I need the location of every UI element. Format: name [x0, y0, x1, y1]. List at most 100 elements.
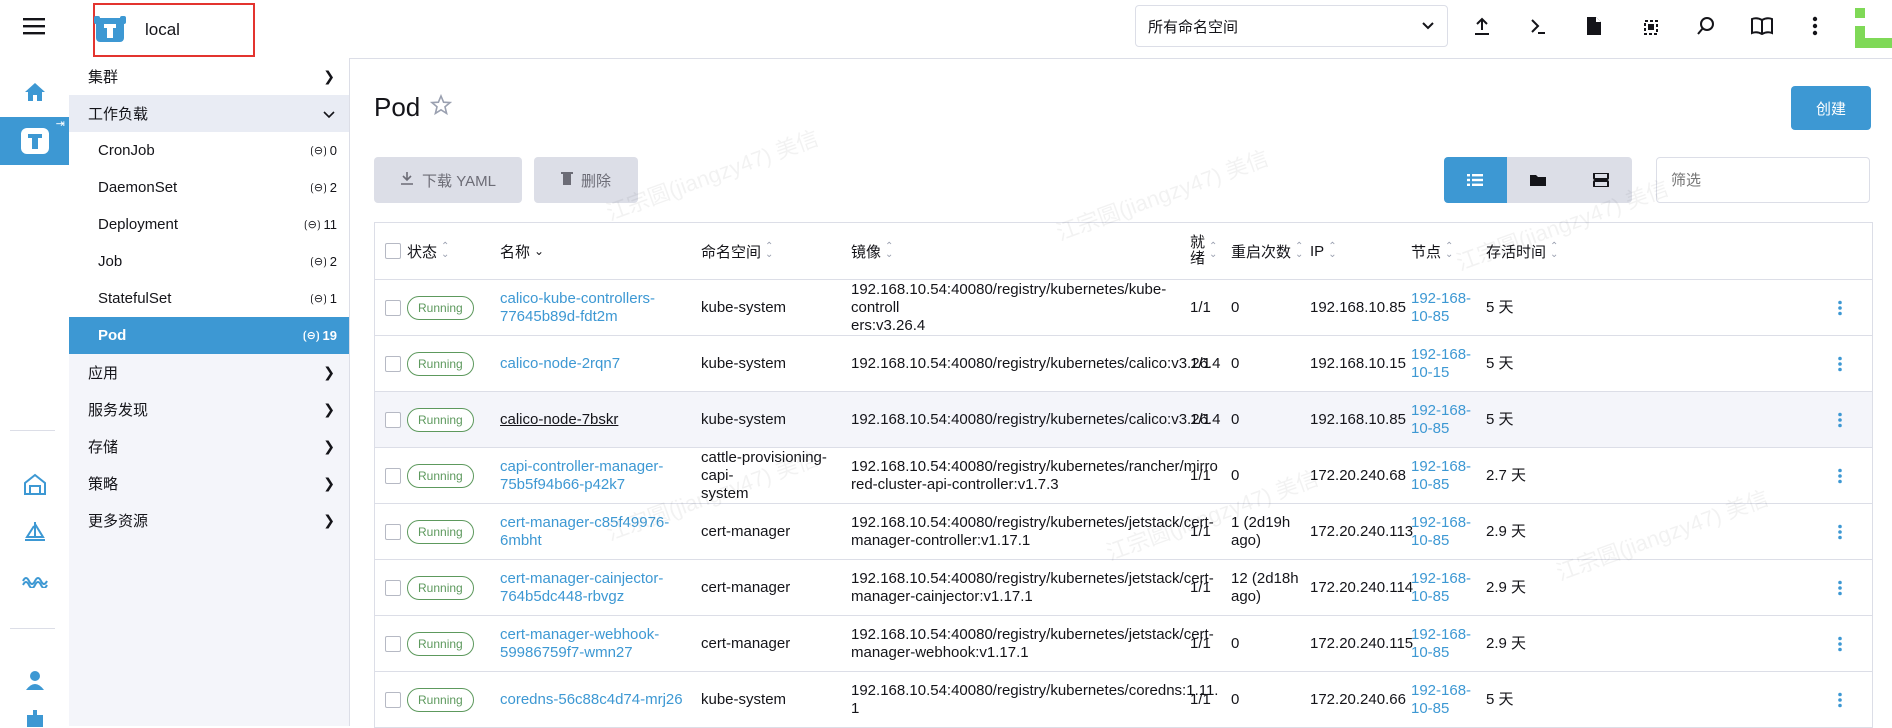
apps-icon[interactable] — [0, 468, 69, 500]
nav-sub-pod[interactable]: Pod ⟮⊖⟯ 19 — [69, 317, 349, 354]
row-checkbox[interactable] — [385, 280, 401, 335]
user-icon[interactable] — [0, 664, 69, 696]
nav-more-resources[interactable]: 更多资源 ❯ — [69, 502, 349, 539]
home-icon[interactable] — [0, 76, 69, 108]
nav-service-discovery[interactable]: 服务发现 ❯ — [69, 391, 349, 428]
main-content: Pod 创建 下载 YAML 删除 状态⌃⌄ 名称⌄ 命 — [350, 58, 1892, 728]
nav-sub-job[interactable]: Job ⟮⊖⟯ 2 — [69, 243, 349, 280]
nav-sub-daemonset[interactable]: DaemonSet ⟮⊖⟯ 2 — [69, 169, 349, 206]
nav-sub-statefulset[interactable]: StatefulSet ⟮⊖⟯ 1 — [69, 280, 349, 317]
row-checkbox[interactable] — [385, 616, 401, 671]
row-actions-kebab-icon[interactable] — [1837, 672, 1843, 727]
extension-icon[interactable] — [0, 708, 69, 728]
pod-name-link[interactable]: cert-manager-cainjector- 764b5dc448-rbvgz — [500, 570, 663, 606]
more-vertical-icon[interactable] — [1800, 10, 1830, 42]
cluster-selector[interactable]: local — [93, 3, 255, 57]
row-actions-kebab-icon[interactable] — [1837, 392, 1843, 447]
create-button[interactable]: 创建 — [1791, 86, 1871, 130]
file-icon[interactable] — [1579, 10, 1609, 42]
nav-sub-deployment[interactable]: Deployment ⟮⊖⟯ 11 — [69, 206, 349, 243]
filter-input[interactable] — [1656, 157, 1870, 203]
nav-service-discovery-label: 服务发现 — [88, 402, 149, 419]
row-checkbox[interactable] — [385, 448, 401, 503]
nav-storage[interactable]: 存储 ❯ — [69, 428, 349, 465]
column-namespace[interactable]: 命名空间 ⌃ ⌄ — [701, 223, 773, 279]
pod-name-link[interactable]: coredns-56c88c4d74-mrj26 — [500, 691, 683, 709]
table-row[interactable]: Running capi-controller-manager- 75b5f94b6… — [375, 448, 1872, 504]
node-link[interactable]: 192-168- 10-85 — [1411, 458, 1471, 494]
column-ip[interactable]: IP ⌃ ⌄ — [1310, 223, 1337, 279]
table-row[interactable]: Running cert-manager-webhook- 59986759f7-w… — [375, 616, 1872, 672]
column-restarts[interactable]: 重启次数 ⌃ ⌄ — [1231, 223, 1303, 279]
node-link[interactable]: 192-168- 10-85 — [1411, 290, 1471, 326]
node-link[interactable]: 192-168- 10-85 — [1411, 402, 1471, 438]
book-icon[interactable] — [1747, 10, 1777, 42]
table-row[interactable]: Running coredns-56c88c4d74-mrj26 kube-syst… — [375, 672, 1872, 728]
pod-name-link[interactable]: cert-manager-webhook- 59986759f7-wmn27 — [500, 626, 659, 662]
table-row[interactable]: Running cert-manager-cainjector- 764b5dc44… — [375, 560, 1872, 616]
table-row[interactable]: Running calico-kube-controllers- 77645b89d… — [375, 280, 1872, 336]
pod-name-link[interactable]: capi-controller-manager- 75b5f94b66-p42k7 — [500, 458, 663, 494]
avatar[interactable] — [1855, 8, 1892, 48]
pod-name-link[interactable]: cert-manager-c85f49976-6mbht — [500, 514, 695, 550]
copy-icon[interactable] — [1635, 10, 1665, 42]
select-all-checkbox[interactable] — [385, 223, 401, 279]
row-checkbox[interactable] — [385, 504, 401, 559]
sailboat-icon[interactable] — [0, 516, 69, 548]
row-checkbox[interactable] — [385, 672, 401, 727]
search-icon[interactable] — [1691, 10, 1721, 42]
column-ready[interactable]: 就绪 ⌃ ⌄ — [1190, 223, 1217, 279]
chevron-right-icon: ❯ — [323, 512, 335, 528]
nav-cluster[interactable]: 集群 ❯ — [69, 58, 349, 95]
image-cell: 192.168.10.54:40080/registry/kubernetes/… — [851, 616, 1214, 671]
node-link[interactable]: 192-168- 10-15 — [1411, 346, 1471, 382]
row-checkbox[interactable] — [385, 336, 401, 391]
status-cell: Running — [407, 560, 474, 615]
download-yaml-button[interactable]: 下载 YAML — [374, 157, 522, 203]
row-checkbox[interactable] — [385, 392, 401, 447]
shell-icon[interactable] — [1523, 10, 1553, 42]
node-link[interactable]: 192-168- 10-85 — [1411, 514, 1471, 550]
nav-policy[interactable]: 策略 ❯ — [69, 465, 349, 502]
pod-name-link[interactable]: calico-node-7bskr — [500, 411, 618, 429]
row-actions-kebab-icon[interactable] — [1837, 560, 1843, 615]
list-view-icon[interactable] — [1444, 157, 1507, 203]
node-link[interactable]: 192-168- 10-85 — [1411, 626, 1471, 662]
row-actions-kebab-icon[interactable] — [1837, 616, 1843, 671]
row-actions-kebab-icon[interactable] — [1837, 448, 1843, 503]
node-link[interactable]: 192-168- 10-85 — [1411, 570, 1471, 606]
nav-sub-cronjob[interactable]: CronJob ⟮⊖⟯ 0 — [69, 132, 349, 169]
row-checkbox[interactable] — [385, 560, 401, 615]
table-row[interactable]: Running calico-node-7bskr kube-system 192.1… — [375, 392, 1872, 448]
group-view-icon[interactable] — [1569, 157, 1632, 203]
pod-name-link[interactable]: calico-node-2rqn7 — [500, 355, 620, 373]
table-row[interactable]: Running cert-manager-c85f49976-6mbht cert-… — [375, 504, 1872, 560]
namespace-select[interactable]: 所有命名空间 — [1135, 5, 1448, 47]
node-line-2: 10-85 — [1411, 699, 1450, 717]
column-age[interactable]: 存活时间 ⌃ ⌄ — [1486, 223, 1558, 279]
menu-icon[interactable] — [0, 10, 69, 42]
folder-view-icon[interactable] — [1506, 157, 1570, 203]
name-cell: cert-manager-c85f49976-6mbht — [500, 504, 695, 559]
upload-icon[interactable] — [1467, 10, 1497, 42]
row-actions-kebab-icon[interactable] — [1837, 336, 1843, 391]
pin-icon[interactable]: ⇥ — [56, 117, 65, 130]
column-node[interactable]: 节点 ⌃ ⌄ — [1411, 223, 1453, 279]
column-state[interactable]: 状态 ⌃ ⌄ — [407, 223, 449, 279]
delete-button[interactable]: 删除 — [534, 157, 638, 203]
column-image[interactable]: 镜像 ⌃ ⌄ — [851, 223, 893, 279]
row-actions-kebab-icon[interactable] — [1837, 280, 1843, 335]
column-name[interactable]: 名称 ⌄ — [500, 223, 544, 279]
node-link[interactable]: 192-168- 10-85 — [1411, 682, 1471, 718]
star-icon[interactable] — [430, 92, 453, 123]
fleet-icon[interactable] — [0, 565, 69, 597]
row-actions-kebab-icon[interactable] — [1837, 504, 1843, 559]
cluster-rail-item[interactable]: ⇥ — [0, 117, 69, 165]
trash-icon — [560, 171, 573, 189]
nav-workload[interactable]: 工作负载 — [69, 95, 349, 132]
pod-name-line-2: 77645b89d-fdt2m — [500, 307, 618, 325]
pod-name-link[interactable]: calico-kube-controllers- 77645b89d-fdt2m — [500, 290, 655, 326]
table-row[interactable]: Running calico-node-2rqn7 kube-system 192.1… — [375, 336, 1872, 392]
nav-apps[interactable]: 应用 ❯ — [69, 354, 349, 391]
nav-apps-label: 应用 — [88, 365, 119, 382]
